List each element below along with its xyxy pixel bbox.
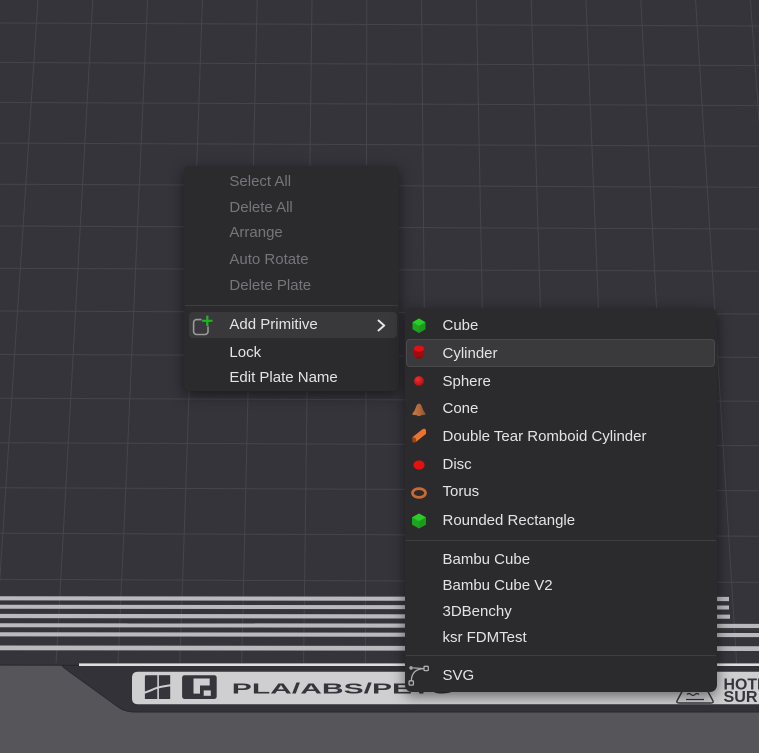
svg-text:SUR: SUR [724, 689, 758, 706]
